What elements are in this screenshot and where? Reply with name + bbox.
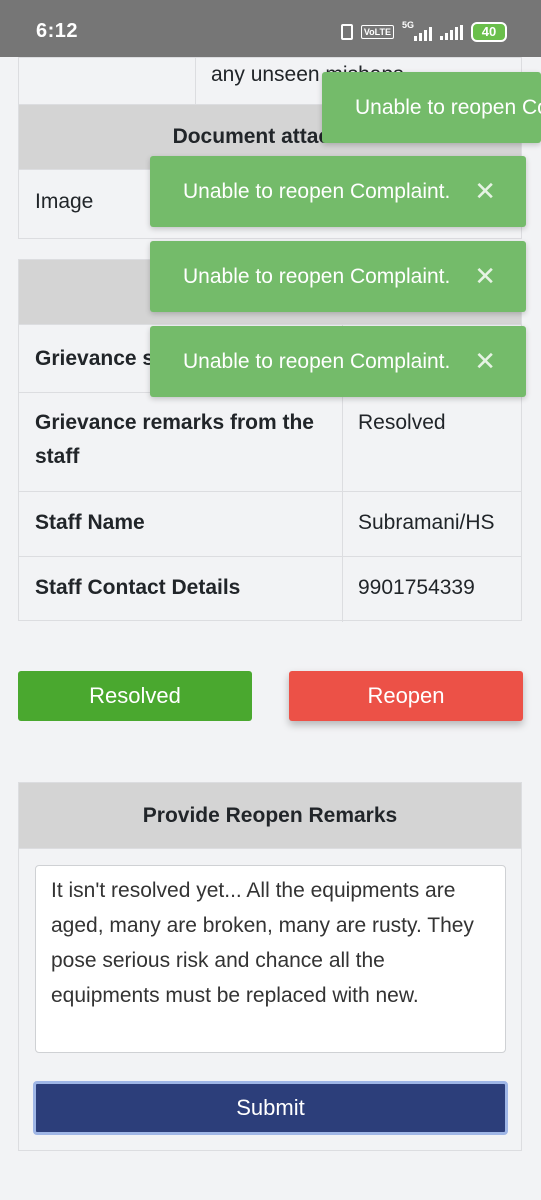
error-toast: Unable to reopen Complaint. [322,72,541,143]
staff-details-table: Grievance status Grievance remarks from … [18,259,522,622]
toast-message: Unable to reopen Complaint. [183,180,451,203]
close-icon[interactable]: ✕ [474,326,496,397]
error-toast: Unable to reopen Complaint. ✕ [150,156,526,227]
signal-icon [440,24,463,40]
battery-icon: 40 [471,22,507,42]
error-toast: Unable to reopen Complaint. ✕ [150,326,526,397]
status-bar: 6:12 VoLTE 5G 40 [0,0,541,57]
signal-5g-icon: 5G [402,20,432,41]
vibrate-icon [340,24,353,40]
staff-contact-value: 9901754339 [358,576,475,599]
error-toast: Unable to reopen Complaint. ✕ [150,241,526,312]
network-type-label: 5G [402,20,415,30]
toast-message: Unable to reopen Complaint. [183,265,451,288]
resolved-button[interactable]: Resolved [18,671,252,721]
staff-contact-label: Staff Contact Details [35,576,241,599]
status-time: 6:12 [36,20,79,42]
status-icons: VoLTE 5G 40 [340,20,507,42]
close-icon[interactable]: ✕ [474,156,496,227]
grievance-remarks-value: Resolved [358,411,446,434]
reopen-remarks-header: Provide Reopen Remarks [19,783,521,848]
reopen-remarks-textarea[interactable] [35,865,506,1053]
submit-button[interactable]: Submit [33,1081,508,1135]
volte-icon: VoLTE [360,25,394,39]
grievance-remarks-label: Grievance remarks from the staff [35,411,314,468]
image-label: Image [35,190,94,213]
toast-message: Unable to reopen Complaint. [183,350,451,373]
reopen-button[interactable]: Reopen [289,671,523,721]
staff-name-value: Subramani/HS [358,511,495,534]
close-icon[interactable]: ✕ [474,241,496,312]
toast-message: Unable to reopen Complaint. [355,96,541,119]
staff-name-label: Staff Name [35,511,145,534]
